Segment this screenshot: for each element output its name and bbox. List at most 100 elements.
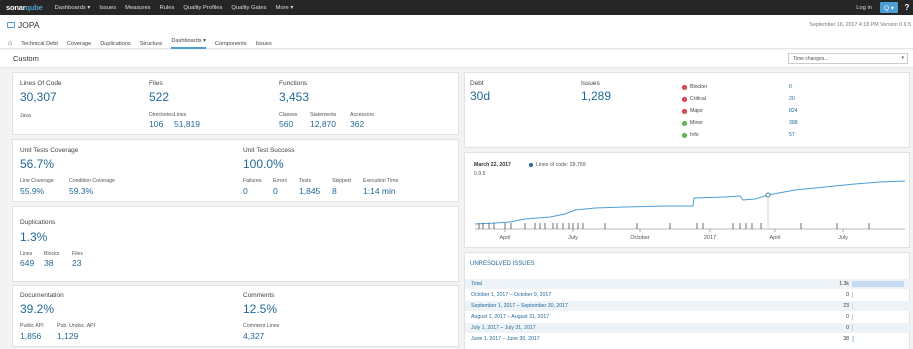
search-icon[interactable]: Q ▾: [880, 2, 898, 13]
loc-value[interactable]: 30,307: [20, 90, 57, 104]
failures-value[interactable]: 0: [243, 186, 248, 196]
issues-value[interactable]: 1,289: [581, 89, 611, 103]
project-header: JOPA September 16, 2017 4:18 PM Version …: [0, 15, 913, 49]
axis-tick-label: April: [769, 235, 780, 241]
tab-components[interactable]: Components: [215, 41, 247, 47]
dup-files-label: Files: [72, 251, 83, 257]
time-changes-select[interactable]: Time changes... ▾: [788, 53, 908, 64]
condition-coverage-label: Condition Coverage: [69, 178, 115, 184]
hover-marker-point: [765, 192, 771, 198]
severity-count-minor[interactable]: 388: [789, 120, 798, 126]
errors-value[interactable]: 0: [273, 186, 278, 196]
minor-icon: !: [682, 120, 687, 126]
tab-duplications[interactable]: Duplications: [100, 41, 130, 47]
axis-tick-labels: April July October 2017 April July: [499, 229, 848, 241]
issues-widget: Debt 30d Issues 1,289 ! Blocker 0! Critical…: [464, 72, 910, 148]
nav-quality-gates[interactable]: Quality Gates: [231, 5, 266, 11]
loc-label: Lines Of Code: [20, 80, 62, 87]
tab-dashboards[interactable]: Dashboards ▾: [171, 38, 206, 49]
size-widget: Lines Of Code 30,307 Java Files 522 Dire…: [12, 72, 459, 135]
nav-quality-profiles[interactable]: Quality Profiles: [183, 5, 222, 11]
info-icon: !: [682, 132, 687, 138]
severity-count-major[interactable]: 824: [789, 108, 798, 114]
critical-icon: !: [682, 96, 687, 102]
documentation-value[interactable]: 39.2%: [20, 302, 54, 316]
directories-label: Directories: [149, 112, 174, 118]
classes-value[interactable]: 560: [279, 119, 293, 129]
dup-files-value[interactable]: 23: [72, 258, 81, 268]
comment-lines-value[interactable]: 4,327: [243, 331, 264, 341]
period-label[interactable]: Total: [471, 281, 482, 287]
nav-more[interactable]: More ▾: [276, 5, 294, 11]
axis-tick-label: 2017: [704, 235, 716, 241]
coverage-value[interactable]: 56.7%: [20, 157, 54, 171]
period-bar: [852, 281, 904, 287]
severity-label: Minor: [690, 120, 703, 126]
severity-critical[interactable]: ! Critical: [682, 96, 706, 102]
public-api-value[interactable]: 1,856: [20, 331, 41, 341]
nav-rules[interactable]: Rules: [160, 5, 175, 11]
severity-info[interactable]: ! Info: [682, 132, 699, 138]
condition-coverage-value[interactable]: 59.3%: [69, 186, 93, 196]
line-coverage-value[interactable]: 55.9%: [20, 186, 44, 196]
issues-period-row[interactable]: September 1, 2017 – September 30, 2017 23: [465, 301, 911, 311]
severity-major[interactable]: ! Major: [682, 108, 703, 114]
nav-issues[interactable]: Issues: [99, 5, 116, 11]
sonarqube-logo[interactable]: sonarqube: [6, 3, 43, 12]
skipped-label: Skipped: [332, 178, 351, 184]
tab-issues[interactable]: Issues: [256, 41, 272, 47]
axis-tick-label: April: [499, 235, 510, 241]
files-value[interactable]: 522: [149, 90, 169, 104]
tab-coverage[interactable]: Coverage: [67, 41, 91, 47]
project-title[interactable]: JOPA: [7, 20, 40, 30]
documentation-widget: Documentation 39.2% Public API 1,856 Pub…: [12, 285, 459, 347]
period-label[interactable]: July 1, 2017 – July 31, 2017: [471, 325, 536, 331]
undocumented-api-value[interactable]: 1,129: [57, 331, 78, 341]
dup-blocks-value[interactable]: 38: [44, 258, 53, 268]
dup-lines-value[interactable]: 649: [20, 258, 34, 268]
timeline-widget: March 22, 2017 Lines of code: 28,759 0.9…: [464, 152, 910, 248]
issues-period-row[interactable]: Total 1.3k: [465, 279, 911, 289]
lines-label: Lines: [174, 112, 187, 118]
severity-count-critical[interactable]: 20: [789, 96, 795, 102]
files-label: Files: [149, 80, 163, 87]
issues-label: Issues: [581, 80, 600, 87]
timeline-chart[interactable]: April July October 2017 April July: [465, 153, 911, 249]
lines-value[interactable]: 51,819: [174, 119, 200, 129]
period-label[interactable]: October 1, 2017 – October 9, 2017: [471, 292, 551, 298]
nav-measures[interactable]: Measures: [125, 5, 150, 11]
issues-period-row[interactable]: June 1, 2017 – June 30, 2017 38: [465, 334, 911, 344]
unresolved-title: UNRESOLVED ISSUES: [470, 261, 535, 267]
period-label[interactable]: September 1, 2017 – September 30, 2017: [471, 303, 568, 309]
period-label[interactable]: August 1, 2017 – August 31, 2017: [471, 314, 549, 320]
help-icon[interactable]: ?: [901, 0, 913, 15]
nav-dashboards[interactable]: Dashboards ▾: [55, 5, 91, 11]
tests-value[interactable]: 1,845: [299, 186, 320, 196]
directories-value[interactable]: 106: [149, 119, 163, 129]
issues-period-row[interactable]: August 1, 2017 – August 31, 2017 0: [465, 312, 911, 322]
home-icon[interactable]: ⌂: [8, 40, 12, 47]
login-link[interactable]: Log in: [856, 5, 872, 11]
tab-technical-debt[interactable]: Technical Debt: [21, 41, 58, 47]
severity-count-info[interactable]: 57: [789, 132, 795, 138]
tab-structure[interactable]: Structure: [140, 41, 163, 47]
line-coverage-label: Line Coverage: [20, 178, 54, 184]
execution-time-value[interactable]: 1:14 min: [363, 186, 396, 196]
skipped-value[interactable]: 8: [332, 186, 337, 196]
issues-period-row[interactable]: October 1, 2017 – October 9, 2017 0: [465, 290, 911, 300]
period-label[interactable]: June 1, 2017 – June 30, 2017: [471, 336, 540, 342]
issues-period-row[interactable]: July 1, 2017 – July 31, 2017 0: [465, 323, 911, 333]
functions-value[interactable]: 3,453: [279, 90, 309, 104]
accessors-value[interactable]: 362: [350, 119, 364, 129]
severity-count-blocker[interactable]: 0: [789, 84, 792, 90]
comments-value[interactable]: 12.5%: [243, 302, 277, 316]
debt-value[interactable]: 30d: [470, 89, 490, 103]
severity-blocker[interactable]: ! Blocker: [682, 84, 707, 90]
statements-value[interactable]: 12,870: [310, 119, 336, 129]
severity-minor[interactable]: ! Minor: [682, 120, 703, 126]
duplications-value[interactable]: 1.3%: [20, 230, 47, 244]
comment-lines-label: Comment Lines: [243, 323, 280, 329]
period-bar: [852, 314, 853, 320]
project-folder-icon: [7, 22, 15, 28]
test-success-value[interactable]: 100.0%: [243, 157, 284, 171]
